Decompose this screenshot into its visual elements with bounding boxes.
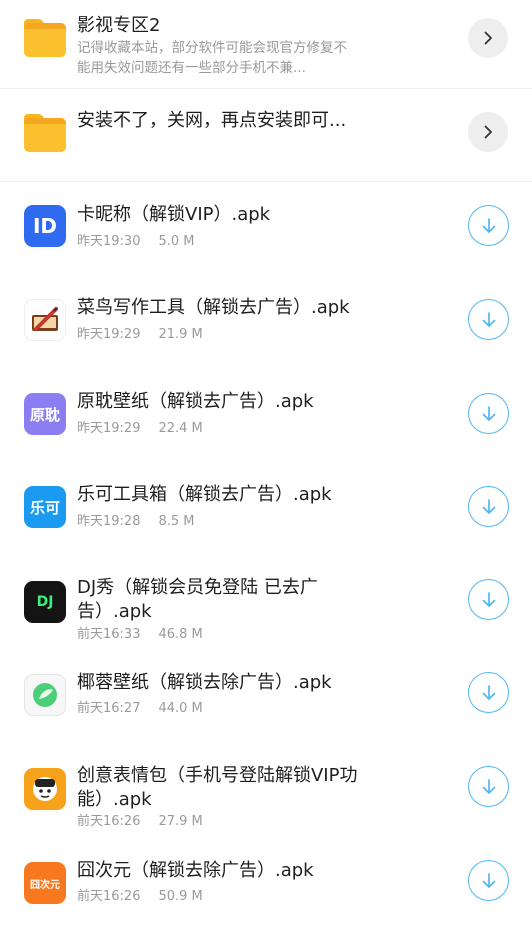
- download-icon: [482, 498, 495, 514]
- file-size: 46.8 M: [158, 627, 203, 642]
- download-button[interactable]: [468, 486, 509, 527]
- download-icon: [482, 872, 495, 888]
- file-name: 椰蓉壁纸（解锁去除广告）.apk: [77, 672, 332, 693]
- file-name: 菜鸟写作工具（解锁去广告）.apk: [77, 297, 350, 318]
- file-time: 昨天19:28: [77, 514, 141, 529]
- download-icon: [482, 405, 495, 421]
- download-button[interactable]: [468, 205, 509, 246]
- file-name: DJ秀（解锁会员免登陆 已去广 告）.apk: [77, 577, 318, 622]
- file-row[interactable]: 囧次元 囧次元（解锁去除广告）.apk 前天16:26 50.9 M: [0, 849, 532, 947]
- app-icon-kanichen: ID: [24, 205, 66, 247]
- meme-face-icon: [33, 777, 57, 801]
- file-meta: 前天16:27 44.0 M: [77, 697, 203, 716]
- folder-icon: [24, 114, 66, 152]
- file-name: 卡昵称（解锁VIP）.apk: [77, 204, 271, 225]
- book-pencil-icon: [32, 307, 58, 331]
- file-size: 50.9 M: [158, 889, 203, 904]
- app-icon-leke: 乐可: [24, 486, 66, 528]
- download-button[interactable]: [468, 393, 509, 434]
- file-row[interactable]: 乐可 乐可工具箱（解锁去广告）.apk 昨天19:28 8.5 M: [0, 461, 532, 554]
- file-time: 昨天19:29: [77, 327, 141, 342]
- file-size: 21.9 M: [158, 327, 203, 342]
- file-time: 前天16:26: [77, 889, 141, 904]
- app-icon-chuangyi: [24, 768, 66, 810]
- download-icon: [482, 778, 495, 794]
- file-time: 昨天19:29: [77, 421, 141, 436]
- file-row[interactable]: 椰蓉壁纸（解锁去除广告）.apk 前天16:27 44.0 M: [0, 655, 532, 748]
- file-meta: 前天16:26 27.9 M: [77, 810, 203, 829]
- download-button[interactable]: [468, 579, 509, 620]
- folder-row[interactable]: 安装不了，关网，再点安装即可...: [0, 89, 532, 181]
- file-row[interactable]: 创意表情包（手机号登陆解锁VIP功 能）.apk 前天16:26 27.9 M: [0, 748, 532, 849]
- app-icon-yuandan: 原耽: [24, 393, 66, 435]
- open-folder-button[interactable]: [468, 112, 508, 152]
- file-size: 8.5 M: [158, 514, 195, 529]
- file-time: 前天16:26: [77, 814, 141, 829]
- download-icon: [482, 311, 495, 327]
- app-icon-jiongciyuan: 囧次元: [24, 862, 66, 904]
- file-row[interactable]: ID 卡昵称（解锁VIP）.apk 昨天19:30 5.0 M: [0, 182, 532, 275]
- file-name: 乐可工具箱（解锁去广告）.apk: [77, 484, 332, 505]
- file-meta: 昨天19:28 8.5 M: [77, 510, 195, 529]
- app-icon-djxiu: DJ: [24, 581, 66, 623]
- download-icon: [482, 684, 495, 700]
- file-size: 44.0 M: [158, 701, 203, 716]
- folder-title: 安装不了，关网，再点安装即可...: [77, 110, 347, 131]
- download-button[interactable]: [468, 766, 509, 807]
- file-meta: 昨天19:30 5.0 M: [77, 230, 195, 249]
- file-meta: 昨天19:29 21.9 M: [77, 323, 203, 342]
- leaf-circle-icon: [33, 683, 57, 707]
- download-icon: [482, 217, 495, 233]
- open-folder-button[interactable]: [468, 18, 508, 58]
- file-name: 创意表情包（手机号登陆解锁VIP功 能）.apk: [77, 765, 358, 810]
- download-icon: [482, 591, 495, 607]
- chevron-right-icon: [484, 125, 492, 139]
- file-size: 27.9 M: [158, 814, 203, 829]
- file-size: 22.4 M: [158, 421, 203, 436]
- file-name: 原耽壁纸（解锁去广告）.apk: [77, 391, 314, 412]
- app-icon-yerong: [24, 674, 66, 716]
- download-button[interactable]: [468, 860, 509, 901]
- file-time: 前天16:33: [77, 627, 141, 642]
- file-row[interactable]: 原耽 原耽壁纸（解锁去广告）.apk 昨天19:29 22.4 M: [0, 368, 532, 461]
- file-meta: 前天16:33 46.8 M: [77, 623, 203, 642]
- folder-title: 影视专区2: [77, 15, 161, 36]
- download-button[interactable]: [468, 672, 509, 713]
- folder-row[interactable]: 影视专区2 记得收藏本站，部分软件可能会现官方修复不 能用失效问题还有一些部分手…: [0, 0, 532, 88]
- file-meta: 前天16:26 50.9 M: [77, 885, 203, 904]
- file-size: 5.0 M: [158, 234, 195, 249]
- file-name: 囧次元（解锁去除广告）.apk: [77, 860, 314, 881]
- file-time: 前天16:27: [77, 701, 141, 716]
- file-time: 昨天19:30: [77, 234, 141, 249]
- folder-icon: [24, 19, 66, 57]
- download-button[interactable]: [468, 299, 509, 340]
- file-row[interactable]: 菜鸟写作工具（解锁去广告）.apk 昨天19:29 21.9 M: [0, 275, 532, 368]
- file-meta: 昨天19:29 22.4 M: [77, 417, 203, 436]
- file-row[interactable]: DJ DJ秀（解锁会员免登陆 已去广 告）.apk 前天16:33 46.8 M: [0, 554, 532, 655]
- folder-description: 记得收藏本站，部分软件可能会现官方修复不 能用失效问题还有一些部分手机不兼...: [77, 40, 347, 76]
- app-icon-cainiao: [24, 299, 66, 341]
- chevron-right-icon: [484, 31, 492, 45]
